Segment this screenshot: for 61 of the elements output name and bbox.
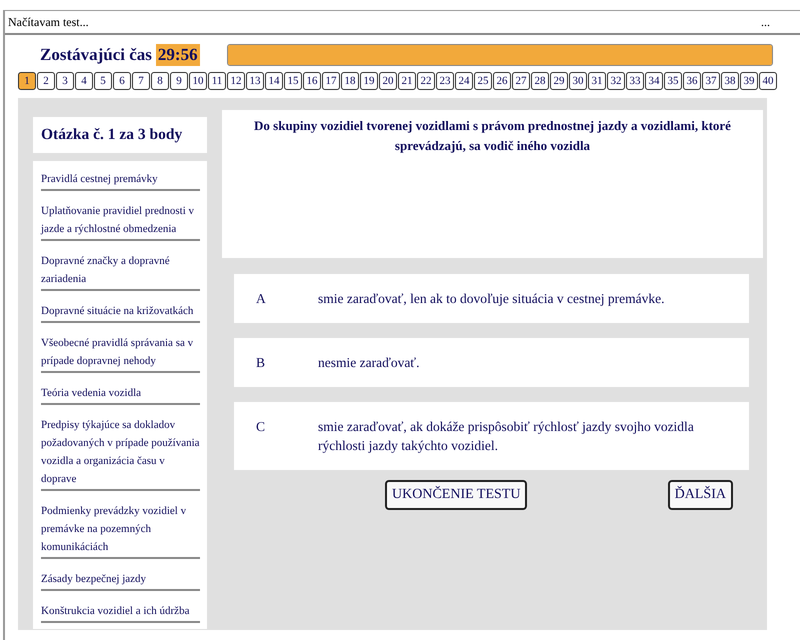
question-number-button[interactable]: 3 <box>56 72 74 90</box>
category-link[interactable]: Zásady bezpečnej jazdy <box>41 565 200 591</box>
question-number-button[interactable]: 12 <box>227 72 245 90</box>
category-link[interactable]: Dopravné situácie na križovatkách <box>41 297 200 323</box>
question-number-button[interactable]: 34 <box>645 72 663 90</box>
question-number-button[interactable]: 28 <box>531 72 549 90</box>
category-link[interactable]: Dopravné značky a dopravné zariadenia <box>41 247 200 291</box>
category-link[interactable]: Podmienky prevádzky vozidiel v premávke na pozemných komunikáciách <box>41 497 200 559</box>
question-number-button[interactable]: 17 <box>322 72 340 90</box>
question-number-button[interactable]: 30 <box>569 72 587 90</box>
question-number-button[interactable]: 29 <box>550 72 568 90</box>
question-number-button[interactable]: 16 <box>303 72 321 90</box>
category-link[interactable]: Konštrukcia vozidiel a ich údržba <box>41 597 200 623</box>
answer-option[interactable]: C smie zaraďovať, ak dokáže prispôsobiť rýchlosť jazdy svojho vozidla rýchlosti jazdy takýchto vozidiel. <box>234 402 749 470</box>
timer-label: Zostávajúci čas <box>40 45 152 65</box>
question-number-button[interactable]: 7 <box>132 72 150 90</box>
question-number-button[interactable]: 22 <box>417 72 435 90</box>
question-number-button[interactable]: 15 <box>284 72 302 90</box>
status-text: Načítavam test... <box>8 14 89 30</box>
question-number-button[interactable]: 14 <box>265 72 283 90</box>
question-number-button[interactable]: 36 <box>683 72 701 90</box>
question-number-button[interactable]: 31 <box>588 72 606 90</box>
category-link[interactable]: Teória vedenia vozidla <box>41 379 200 405</box>
question-number-button[interactable]: 10 <box>189 72 207 90</box>
question-number-button[interactable]: 20 <box>379 72 397 90</box>
question-number-button[interactable]: 1 <box>18 72 36 90</box>
question-text: Do skupiny vozidiel tvorenej vozidlami s právom prednostnej jazdy a vozidlami, ktoré sprevádzajú, sa vodič iného vozidla <box>253 117 732 155</box>
question-number-button[interactable]: 38 <box>721 72 739 90</box>
menu-ellipsis[interactable]: ... <box>761 14 770 30</box>
question-number-button[interactable]: 11 <box>208 72 226 90</box>
question-number-button[interactable]: 18 <box>341 72 359 90</box>
question-number-button[interactable]: 33 <box>626 72 644 90</box>
question-number-button[interactable]: 9 <box>170 72 188 90</box>
question-number-button[interactable]: 32 <box>607 72 625 90</box>
question-title: Otázka č. 1 za 3 body <box>33 117 207 153</box>
question-number-button[interactable]: 5 <box>94 72 112 90</box>
timer-value: 29:56 <box>156 44 200 66</box>
question-number-button[interactable]: 6 <box>113 72 131 90</box>
question-number-button[interactable]: 26 <box>493 72 511 90</box>
question-number-button[interactable]: 13 <box>246 72 264 90</box>
question-number-button[interactable]: 39 <box>740 72 758 90</box>
next-button[interactable]: ĎALŠIA <box>668 480 733 510</box>
question-number-button[interactable]: 37 <box>702 72 720 90</box>
question-number-button[interactable]: 21 <box>398 72 416 90</box>
category-link[interactable]: Uplatňovanie pravidiel prednosti v jazde a rýchlostné obmedzenia <box>41 197 200 241</box>
answer-option[interactable]: B nesmie zaraďovať. <box>234 338 749 387</box>
category-link[interactable]: Všeobecné pravidlá správania sa v prípade dopravnej nehody <box>41 329 200 373</box>
question-number-button[interactable]: 2 <box>37 72 55 90</box>
question-number-button[interactable]: 4 <box>75 72 93 90</box>
answer-option[interactable]: A smie zaraďovať, len ak to dovoľuje situácia v cestnej premávke. <box>234 274 749 323</box>
question-number-button[interactable]: 24 <box>455 72 473 90</box>
question-number-button[interactable]: 8 <box>151 72 169 90</box>
question-number-button[interactable]: 19 <box>360 72 378 90</box>
question-number-button[interactable]: 40 <box>759 72 777 90</box>
end-test-button[interactable]: UKONČENIE TESTU <box>385 480 528 510</box>
question-number-button[interactable]: 35 <box>664 72 682 90</box>
category-link[interactable]: Pravidlá cestnej premávky <box>41 165 200 191</box>
question-number-button[interactable]: 27 <box>512 72 530 90</box>
question-number-button[interactable]: 23 <box>436 72 454 90</box>
category-link[interactable]: Predpisy týkajúce sa dokladov požadovaných v prípade používania vozidla a organizácia času v doprave <box>41 411 200 491</box>
question-number-button[interactable]: 25 <box>474 72 492 90</box>
